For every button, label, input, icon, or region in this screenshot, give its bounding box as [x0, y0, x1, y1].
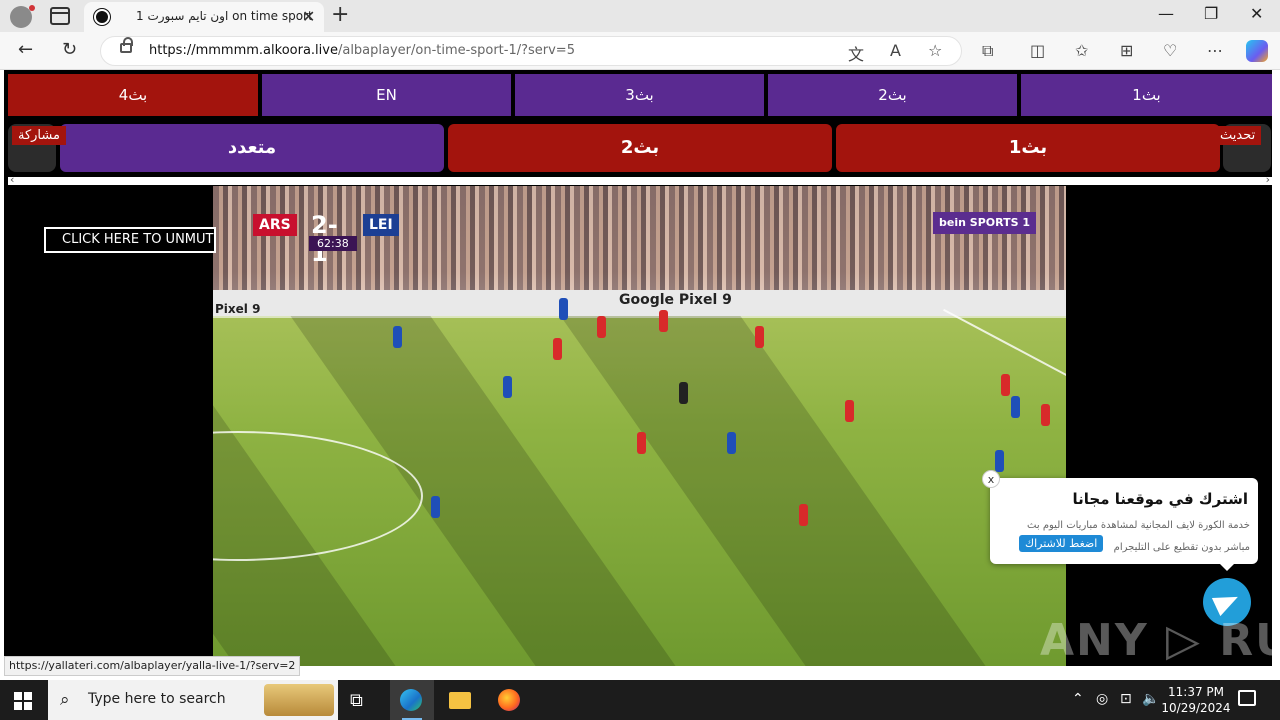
profile-notification-dot	[29, 5, 35, 11]
player	[1001, 374, 1010, 396]
player	[1041, 404, 1050, 426]
player	[1011, 396, 1020, 418]
stream-2-button[interactable]: بث2	[448, 124, 832, 172]
task-view-icon[interactable]: ⧉	[350, 690, 363, 711]
more-icon[interactable]: ⋯	[1207, 41, 1223, 60]
clock[interactable]: 11:37 PM 10/29/2024	[1160, 684, 1232, 716]
firefox-icon[interactable]	[498, 689, 520, 711]
match-clock: 62:38	[309, 236, 357, 251]
player	[393, 326, 402, 348]
player	[659, 310, 668, 332]
subscribe-button[interactable]: اضغط للاشتراك	[1019, 535, 1104, 552]
player	[431, 496, 440, 518]
search-placeholder: Type here to search	[88, 691, 226, 707]
translate-icon[interactable]: 文	[848, 41, 864, 65]
player	[559, 298, 568, 320]
channel-logo: bein SPORTS 1	[933, 212, 1036, 234]
extensions-icon[interactable]: ⧉	[982, 41, 993, 61]
file-explorer-icon[interactable]	[449, 692, 471, 709]
close-window-icon[interactable]: ✕	[1250, 4, 1263, 23]
player	[597, 316, 606, 338]
lock-icon[interactable]	[120, 37, 133, 53]
windows-start-icon[interactable]	[14, 692, 32, 710]
tab-title: اون تايم سبورت 1 on time sport	[136, 9, 313, 23]
away-team: LEI	[363, 214, 399, 236]
minimize-icon[interactable]: —	[1158, 4, 1174, 23]
taskbar: ⌕ Type here to search ⧉ ⌃ ◎ ⊡ 🔈 11:37 PM…	[0, 680, 1280, 720]
back-icon[interactable]: ←	[18, 39, 33, 60]
server-button-4[interactable]: بث4	[8, 74, 258, 116]
url-text[interactable]: https://mmmmm.alkoora.live/albaplayer/on…	[149, 43, 575, 58]
video-frame[interactable]: Google Pixel 9 Pixel 9 ARS 2-1 LEI 62:38	[213, 186, 1066, 666]
unmute-button[interactable]: CLICK HERE TO UNMUTE	[44, 227, 216, 253]
telegram-icon	[1211, 587, 1243, 617]
restore-icon[interactable]: ❐	[1204, 4, 1218, 23]
edge-icon[interactable]	[400, 689, 422, 711]
player	[755, 326, 764, 348]
clock-date: 10/29/2024	[1161, 701, 1231, 715]
status-bar-link: https://yallateri.com/albaplayer/yalla-l…	[4, 656, 301, 676]
server-button-2[interactable]: بث2	[768, 74, 1017, 116]
new-tab-button[interactable]: +	[331, 2, 349, 27]
volume-icon[interactable]: 🔈	[1142, 691, 1159, 707]
server-button-3[interactable]: بث3	[515, 74, 764, 116]
stream-1-button[interactable]: بث1	[836, 124, 1220, 172]
tab-bar: اون تايم سبورت 1 on time sport ✕ + — ❐ ✕	[0, 0, 1280, 32]
search-highlight-image	[264, 684, 334, 716]
copilot-icon[interactable]	[1246, 40, 1268, 62]
server-button-1[interactable]: بث1	[1021, 74, 1272, 116]
tab-actions-icon[interactable]	[50, 7, 70, 25]
player	[799, 504, 808, 526]
page-content: بث4 EN بث3 بث2 بث1 متعدد بث2 بث1 مشاركة …	[0, 70, 1280, 680]
soccer-ball-icon	[94, 9, 110, 25]
player	[845, 400, 854, 422]
taskbar-search[interactable]: ⌕ Type here to search	[48, 680, 338, 720]
split-screen-icon[interactable]: ◫	[1030, 41, 1045, 60]
player	[553, 338, 562, 360]
server-button-en[interactable]: EN	[262, 74, 511, 116]
close-tab-icon[interactable]: ✕	[302, 7, 315, 26]
search-icon: ⌕	[60, 690, 70, 710]
popup-pointer	[1220, 564, 1234, 571]
favorites-icon[interactable]: ✩	[1075, 41, 1088, 60]
referee	[679, 382, 688, 404]
share-label[interactable]: مشاركة	[12, 126, 66, 145]
meet-icon[interactable]: ◎	[1096, 691, 1108, 707]
ad-board-text: Google Pixel 9	[619, 292, 732, 308]
player	[503, 376, 512, 398]
anyrun-watermark: ANY ▷ RUN	[1040, 615, 1280, 666]
refresh-label[interactable]: تحديث	[1214, 126, 1262, 145]
ad-board-text-left: Pixel 9	[215, 302, 261, 316]
horizontal-scrollbar[interactable]	[8, 173, 1272, 186]
player	[637, 432, 646, 454]
browser-essentials-icon[interactable]: ♡	[1163, 41, 1177, 60]
navigation-bar: ← ↻ https://mmmmm.alkoora.live/albaplaye…	[0, 32, 1280, 70]
clock-time: 11:37 PM	[1168, 685, 1224, 699]
player	[727, 432, 736, 454]
notifications-icon[interactable]	[1238, 690, 1256, 706]
network-icon[interactable]: ⊡	[1120, 691, 1132, 707]
collections-icon[interactable]: ⊞	[1120, 41, 1133, 60]
show-hidden-icons[interactable]: ⌃	[1072, 691, 1084, 707]
favorite-star-icon[interactable]: ☆	[928, 41, 942, 60]
home-team: ARS	[253, 214, 297, 236]
reload-icon[interactable]: ↻	[62, 39, 77, 60]
read-aloud-icon[interactable]: A	[890, 41, 901, 60]
player	[995, 450, 1004, 472]
browser-tab[interactable]: اون تايم سبورت 1 on time sport ✕	[84, 2, 324, 32]
popup-close-icon[interactable]: x	[982, 470, 1000, 488]
popup-title: اشترك في موقعنا مجانا	[1072, 490, 1249, 508]
multi-server-button[interactable]: متعدد	[60, 124, 444, 172]
telegram-popup: اشترك في موقعنا مجانا خدمة الكورة لايف ا…	[990, 478, 1258, 564]
